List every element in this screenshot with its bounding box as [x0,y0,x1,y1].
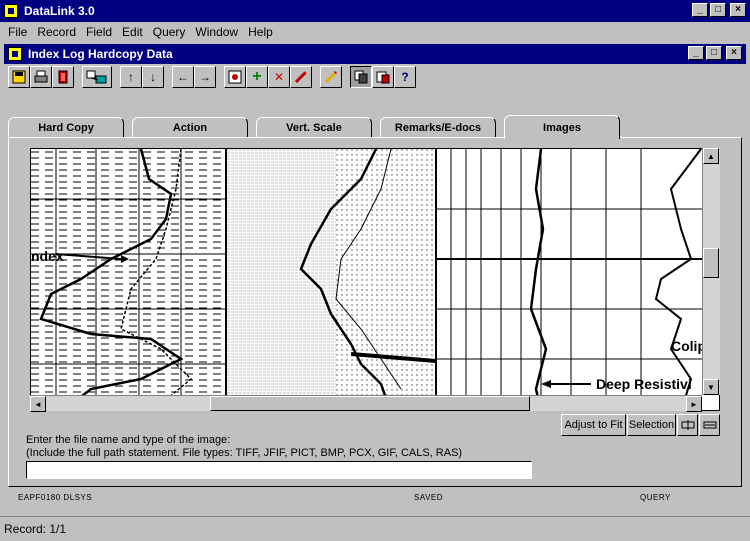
zoom-in-icon[interactable] [677,414,698,436]
app-close-button[interactable]: × [730,3,746,17]
tab-images[interactable]: Images [504,115,620,139]
child-window-title-bar: Index Log Hardcopy Data _ □ × [4,44,746,64]
scroll-up-button[interactable]: ▲ [703,148,719,164]
child-window-title: Index Log Hardcopy Data [28,47,173,61]
app-window-controls: _ □ × [692,3,746,17]
tab-action[interactable]: Action [132,117,248,137]
tab-hard-copy[interactable]: Hard Copy [8,117,124,137]
menu-help[interactable]: Help [244,25,279,39]
menu-file[interactable]: File [4,25,33,39]
scroll-right-button[interactable]: ► [686,396,702,412]
file-instructions-line1: Enter the file name and type of the imag… [26,434,231,446]
zoom-out-icon[interactable] [699,414,720,436]
child-window-icon[interactable] [8,47,22,61]
app-maximize-button[interactable]: □ [710,3,726,17]
pencil-icon[interactable] [320,66,342,88]
vertical-scroll-thumb[interactable] [703,248,719,278]
selection-button[interactable]: Selection [627,414,676,436]
scroll-down-button[interactable]: ▼ [703,379,719,395]
menu-edit[interactable]: Edit [118,25,149,39]
paste-icon[interactable] [372,66,394,88]
exit-icon[interactable] [52,66,74,88]
child-window-controls: _ □ × [688,46,742,60]
image-vertical-scrollbar[interactable]: ▲ ▼ [702,148,720,395]
copy-icon[interactable] [350,66,372,88]
child-maximize-button[interactable]: □ [706,46,722,60]
status-user: EAPF0180 DLSYS [18,493,93,502]
image-horizontal-scrollbar[interactable]: ◄ ► [30,395,702,412]
menu-bar: File Record Field Edit Query Window Help [0,22,750,42]
edit-icon[interactable] [290,66,312,88]
menu-field[interactable]: Field [82,25,118,39]
child-minimize-button[interactable]: _ [688,46,704,60]
status-saved: SAVED [414,493,444,502]
add-icon[interactable]: + [246,66,268,88]
link-icon[interactable] [82,66,112,88]
well-log-image: ndex Colip Deep Resistivi [31,149,719,410]
record-counter: Record: 1/1 [4,522,67,536]
view-icon[interactable] [224,66,246,88]
tab-remarks-edocs[interactable]: Remarks/E-docs [380,117,496,137]
right-arrow-icon[interactable]: → [194,66,216,88]
log-label-deep-resistivity: Deep Resistivi [596,376,692,392]
scroll-left-button[interactable]: ◄ [30,396,46,412]
menu-window[interactable]: Window [191,25,244,39]
datalink-app-icon[interactable] [4,4,18,18]
app-title-bar: DataLink 3.0 _ □ × [0,0,750,22]
delete-icon[interactable]: ✕ [268,66,290,88]
log-label-caliper: Colip [671,338,706,354]
file-instructions-line2: (Include the full path statement. File t… [26,447,463,459]
help-icon[interactable]: ? [394,66,416,88]
save-icon[interactable] [8,66,30,88]
toolbar: ↑ ↓ ← → + ✕ ? [4,64,746,90]
tab-vert-scale[interactable]: Vert. Scale [256,117,372,137]
print-icon[interactable] [30,66,52,88]
log-image-viewer[interactable]: ndex Colip Deep Resistivi [30,148,720,411]
left-arrow-icon[interactable]: ← [172,66,194,88]
adjust-to-fit-button[interactable]: Adjust to Fit [561,414,626,436]
up-arrow-icon[interactable]: ↑ [120,66,142,88]
menu-record[interactable]: Record [33,25,82,39]
horizontal-scroll-thumb[interactable] [210,396,530,411]
image-file-path-input[interactable] [26,461,532,479]
app-minimize-button[interactable]: _ [692,3,708,17]
child-close-button[interactable]: × [726,46,742,60]
menu-query[interactable]: Query [149,25,192,39]
record-status-bar: Record: 1/1 [0,516,750,541]
log-label-index: ndex [31,248,64,264]
down-arrow-icon[interactable]: ↓ [142,66,164,88]
app-title: DataLink 3.0 [24,4,95,18]
status-mode: QUERY [640,493,671,502]
